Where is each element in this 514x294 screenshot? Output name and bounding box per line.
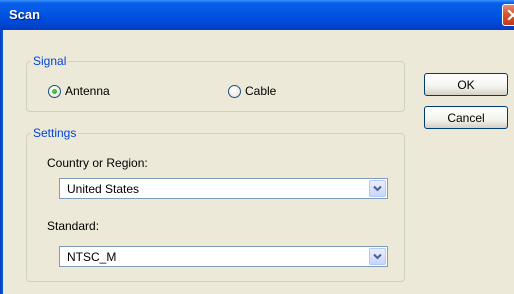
chevron-down-icon <box>373 185 382 192</box>
country-select[interactable]: United States <box>59 178 388 199</box>
standard-value: NTSC_M <box>67 250 117 264</box>
signal-legend: Signal <box>33 54 67 68</box>
antenna-label: Antenna <box>65 84 110 98</box>
antenna-radio[interactable]: Antenna <box>48 84 110 98</box>
scan-dialog: Scan Signal Antenna Cable Settings Count… <box>0 0 514 294</box>
standard-label: Standard: <box>47 219 100 233</box>
radio-checked-icon <box>48 84 61 98</box>
close-icon <box>507 9 514 21</box>
cancel-button[interactable]: Cancel <box>424 106 508 129</box>
settings-legend: Settings <box>33 126 77 140</box>
radio-unchecked-icon <box>228 84 241 98</box>
title-bar[interactable]: Scan <box>0 0 514 30</box>
window-frame-left <box>0 30 3 294</box>
cable-label: Cable <box>245 84 277 98</box>
chevron-down-icon <box>373 253 382 260</box>
country-dropdown-button[interactable] <box>369 180 386 197</box>
standard-select[interactable]: NTSC_M <box>59 246 388 267</box>
cable-radio[interactable]: Cable <box>228 84 276 98</box>
standard-dropdown-button[interactable] <box>369 248 386 265</box>
country-value: United States <box>67 182 140 196</box>
close-button[interactable] <box>502 4 514 26</box>
country-label: Country or Region: <box>47 156 148 170</box>
ok-button[interactable]: OK <box>424 73 508 96</box>
window-title: Scan <box>9 7 41 22</box>
